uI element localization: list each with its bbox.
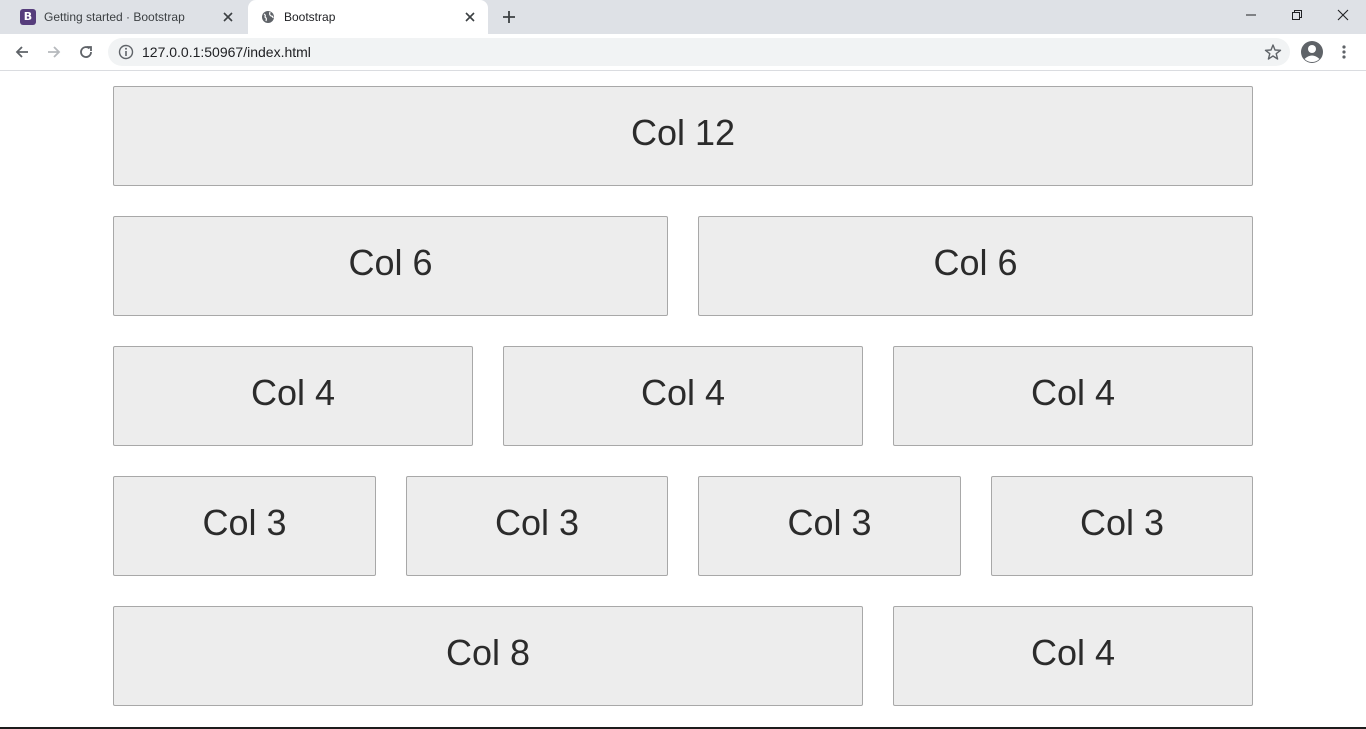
grid-col: Col 6 (113, 216, 668, 316)
grid-col: Col 3 (698, 476, 961, 576)
grid-col: Col 4 (503, 346, 863, 446)
globe-icon (260, 9, 276, 25)
grid-col: Col 3 (113, 476, 376, 576)
browser-toolbar: 127.0.0.1:50967/index.html (0, 34, 1366, 71)
grid-col: Col 4 (893, 606, 1253, 706)
grid-row: Col 6 Col 6 (113, 216, 1253, 316)
grid-col: Col 12 (113, 86, 1253, 186)
minimize-button[interactable] (1228, 0, 1274, 30)
plus-icon (503, 11, 515, 23)
restore-button[interactable] (1274, 0, 1320, 30)
close-icon[interactable] (462, 9, 478, 25)
forward-button[interactable] (40, 38, 68, 66)
info-icon[interactable] (118, 44, 134, 60)
more-vert-icon (1342, 45, 1346, 59)
restore-icon (1292, 10, 1302, 20)
grid-col: Col 8 (113, 606, 863, 706)
tab-title: Bootstrap (284, 10, 336, 24)
arrow-left-icon (15, 46, 28, 58)
minimize-icon (1246, 14, 1256, 16)
profile-button[interactable] (1298, 38, 1326, 66)
tab-getting-started[interactable]: B Getting started · Bootstrap (8, 0, 246, 34)
tab-strip: B Getting started · Bootstrap Bootstrap (0, 0, 1366, 34)
grid-col: Col 4 (113, 346, 473, 446)
close-icon[interactable] (220, 9, 236, 25)
address-bar[interactable]: 127.0.0.1:50967/index.html (108, 38, 1290, 66)
bootstrap-logo-icon: B (20, 9, 36, 25)
url-text[interactable]: 127.0.0.1:50967/index.html (142, 38, 311, 66)
grid-col: Col 6 (698, 216, 1253, 316)
bookmark-star-icon[interactable] (1264, 43, 1282, 61)
grid-col: Col 3 (406, 476, 668, 576)
page-content: Col 12 Col 6 Col 6 Col 4 Col 4 Col 4 Col… (0, 71, 1366, 727)
grid-col: Col 4 (893, 346, 1253, 446)
reload-button[interactable] (72, 38, 100, 66)
reload-icon (80, 46, 92, 58)
grid-row: Col 12 (113, 86, 1253, 186)
back-button[interactable] (8, 38, 36, 66)
grid-col: Col 3 (991, 476, 1253, 576)
account-avatar-icon (1301, 41, 1323, 63)
close-window-button[interactable] (1320, 0, 1366, 30)
grid-row: Col 4 Col 4 Col 4 (113, 346, 1253, 446)
tab-title: Getting started · Bootstrap (44, 10, 185, 24)
close-icon (1337, 9, 1349, 21)
tab-bootstrap[interactable]: Bootstrap (248, 0, 488, 34)
grid-row: Col 3 Col 3 Col 3 Col 3 (113, 476, 1253, 576)
new-tab-button[interactable] (498, 6, 520, 28)
menu-button[interactable] (1330, 38, 1358, 66)
arrow-right-icon (48, 46, 61, 58)
grid-row: Col 8 Col 4 (113, 606, 1253, 706)
